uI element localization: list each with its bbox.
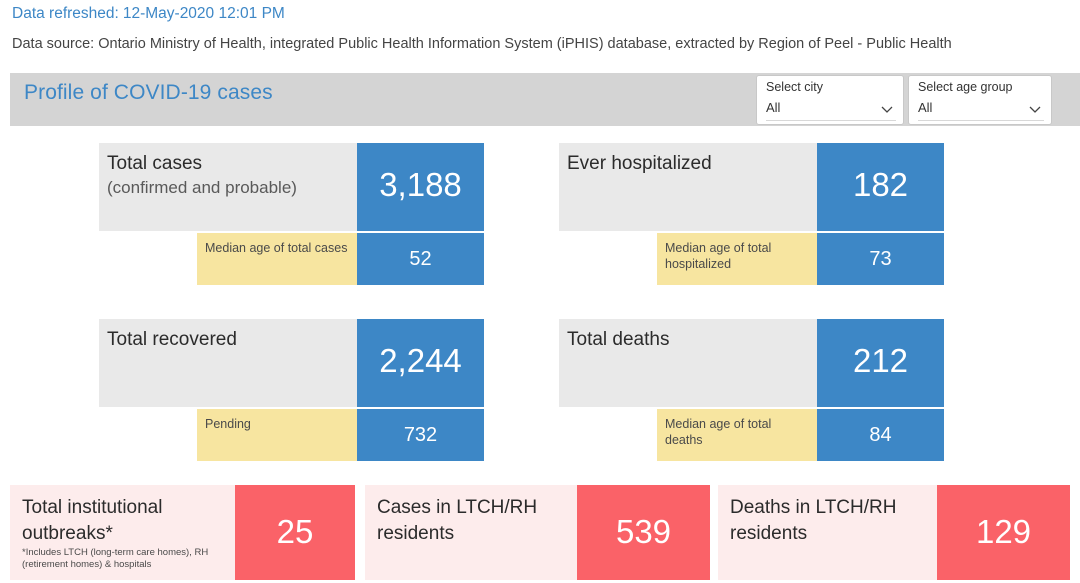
- kpi-value-block: 212: [817, 319, 944, 407]
- data-refreshed-line: Data refreshed: 12-May-2020 12:01 PM: [12, 5, 285, 23]
- kpi-title: Cases in LTCH/RH residents: [377, 497, 538, 544]
- slicer-select-city[interactable]: Select city All: [756, 75, 904, 125]
- kpi-sub-label: Median age of total cases: [205, 241, 348, 255]
- data-refreshed-label: Data refreshed:: [12, 5, 119, 22]
- kpi-sub-value: 52: [409, 248, 432, 270]
- kpi-title: Total recovered: [107, 329, 237, 350]
- kpi-card-total-deaths[interactable]: Total deaths 212 Median age of total dea…: [559, 319, 944, 461]
- kpi-value-block: 182: [817, 143, 944, 231]
- kpi-sub-label-block: Pending: [197, 409, 357, 461]
- kpi-sub-label-block: Median age of total deaths: [657, 409, 817, 461]
- kpi-card-total-cases[interactable]: Total cases (confirmed and probable) 3,1…: [99, 143, 484, 285]
- chevron-down-icon[interactable]: [880, 102, 894, 116]
- kpi-value: 212: [852, 342, 909, 379]
- chevron-down-icon[interactable]: [1028, 102, 1042, 116]
- kpi-title-block: Total cases (confirmed and probable): [99, 143, 357, 231]
- slicer-select-age-group-dropdown[interactable]: All: [918, 99, 1044, 121]
- kpi-card-deaths-in-ltch-rh-residents[interactable]: Deaths in LTCH/RH residents 129: [718, 485, 1070, 580]
- kpi-title-block: Total recovered: [99, 319, 357, 407]
- kpi-sub-value-block: 84: [817, 409, 944, 461]
- kpi-sub-value-block: 52: [357, 233, 484, 285]
- kpi-subtitle: (confirmed and probable): [107, 178, 297, 197]
- slicer-select-city-label: Select city: [766, 80, 823, 94]
- kpi-value-block: 3,188: [357, 143, 484, 231]
- kpi-title: Total cases: [107, 153, 203, 174]
- kpi-sub-label: Pending: [205, 417, 251, 431]
- kpi-title: Total deaths: [567, 329, 670, 350]
- slicer-select-city-dropdown[interactable]: All: [766, 99, 896, 121]
- kpi-sub-label: Median age of total hospitalized: [665, 241, 772, 271]
- kpi-title-block: Total deaths: [559, 319, 817, 407]
- kpi-card-ever-hospitalized[interactable]: Ever hospitalized 182 Median age of tota…: [559, 143, 944, 285]
- kpi-sub-value: 73: [869, 248, 892, 270]
- kpi-sub-value: 732: [403, 424, 438, 446]
- data-source-line: Data source: Ontario Ministry of Health,…: [12, 36, 952, 52]
- kpi-title: Total institutional outbreaks*: [22, 497, 163, 544]
- kpi-card-cases-in-ltch-rh-residents[interactable]: Cases in LTCH/RH residents 539: [365, 485, 710, 580]
- kpi-value: 2,244: [379, 342, 462, 379]
- slicer-select-age-group-value: All: [918, 100, 933, 115]
- kpi-sub-label-block: Median age of total cases: [197, 233, 357, 285]
- kpi-value: 539: [615, 513, 672, 550]
- kpi-value: 3,188: [379, 166, 462, 203]
- slicer-select-age-group-label: Select age group: [918, 80, 1013, 94]
- kpi-title-block: Ever hospitalized: [559, 143, 817, 231]
- kpi-sub-label: Median age of total deaths: [665, 417, 772, 447]
- kpi-sub-label-block: Median age of total hospitalized: [657, 233, 817, 285]
- page-title: Profile of COVID-19 cases: [24, 81, 273, 104]
- kpi-card-total-recovered[interactable]: Total recovered 2,244 Pending 732: [99, 319, 484, 461]
- slicer-select-city-value: All: [766, 100, 781, 115]
- kpi-footnote: *Includes LTCH (long-term care homes), R…: [22, 547, 209, 570]
- kpi-value-block: 539: [577, 485, 710, 580]
- kpi-value: 129: [975, 513, 1032, 550]
- kpi-value-block: 129: [937, 485, 1070, 580]
- kpi-title: Ever hospitalized: [567, 153, 712, 174]
- kpi-title: Deaths in LTCH/RH residents: [730, 497, 897, 544]
- kpi-value: 182: [852, 166, 909, 203]
- data-refreshed-value: 12-May-2020 12:01 PM: [122, 5, 285, 22]
- kpi-value-block: 25: [235, 485, 355, 580]
- kpi-sub-value: 84: [869, 424, 892, 446]
- kpi-sub-value-block: 73: [817, 233, 944, 285]
- kpi-value: 25: [276, 513, 314, 550]
- kpi-card-total-institutional-outbreaks[interactable]: Total institutional outbreaks* *Includes…: [10, 485, 355, 580]
- kpi-sub-value-block: 732: [357, 409, 484, 461]
- kpi-value-block: 2,244: [357, 319, 484, 407]
- slicer-select-age-group[interactable]: Select age group All: [908, 75, 1052, 125]
